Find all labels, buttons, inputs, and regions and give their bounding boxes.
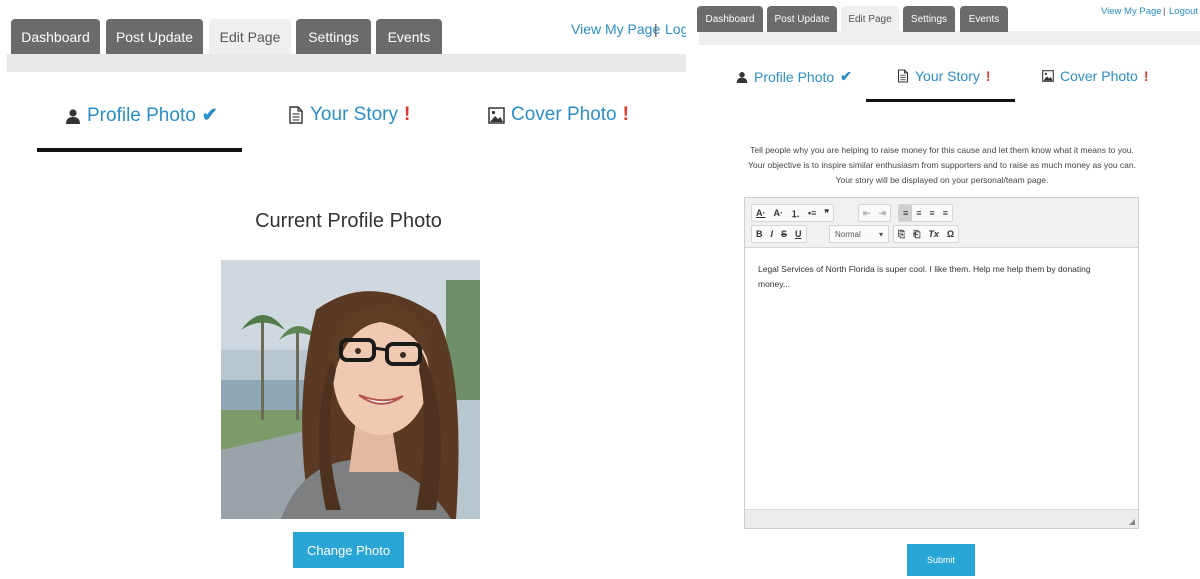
link-separator: | bbox=[654, 21, 658, 37]
toolbar-group-colors-lists: A· A· ⒈ •≡ ❞ bbox=[751, 204, 835, 222]
align-left-icon[interactable]: ≡ bbox=[899, 205, 913, 221]
step-cover-photo[interactable]: Cover Photo ! bbox=[1042, 68, 1149, 84]
blockquote-icon[interactable]: ❞ bbox=[820, 205, 833, 221]
chevron-down-icon: ▾ bbox=[878, 229, 883, 239]
document-icon bbox=[289, 106, 303, 124]
document-icon bbox=[897, 69, 909, 83]
instruction-line: Your objective is to inspire similar ent… bbox=[747, 160, 1137, 170]
step-label: Cover Photo bbox=[511, 104, 617, 125]
alert-icon: ! bbox=[1143, 68, 1149, 84]
special-character-icon[interactable]: Ω bbox=[943, 226, 958, 242]
nav-strip bbox=[7, 54, 686, 72]
align-justify-icon[interactable]: ≡ bbox=[939, 205, 952, 221]
check-icon: ✔ bbox=[201, 105, 218, 126]
tab-dashboard[interactable]: Dashboard bbox=[697, 6, 763, 32]
editor-content[interactable]: Legal Services of North Florida is super… bbox=[758, 262, 1118, 292]
tab-dashboard[interactable]: Dashboard bbox=[11, 19, 100, 54]
user-icon bbox=[736, 71, 748, 83]
toolbar-group-basic-styles: B I S U bbox=[751, 225, 807, 243]
instruction-line: Your story will be displayed on your per… bbox=[835, 175, 1049, 185]
section-title: Current Profile Photo bbox=[255, 210, 442, 232]
step-profile-photo[interactable]: Profile Photo ✔ bbox=[736, 68, 852, 85]
step-your-story[interactable]: Your Story ! bbox=[897, 68, 991, 84]
step-label: Your Story bbox=[915, 68, 980, 84]
image-icon bbox=[1042, 70, 1054, 82]
background-color-icon[interactable]: A· bbox=[770, 205, 788, 221]
italic-icon[interactable]: I bbox=[767, 226, 778, 242]
indent-icon[interactable]: ⇥ bbox=[875, 205, 891, 221]
rich-text-editor: A· A· ⒈ •≡ ❞ ⇤ ⇥ ≡ ≡ ≡ ≡ B I S U Normal … bbox=[744, 197, 1139, 529]
step-profile-photo[interactable]: Profile Photo ✔ bbox=[65, 104, 218, 127]
bulleted-list-icon[interactable]: •≡ bbox=[804, 205, 820, 221]
alert-icon: ! bbox=[404, 104, 411, 125]
tab-post-update[interactable]: Post Update bbox=[767, 6, 837, 32]
resize-handle-icon[interactable] bbox=[1129, 519, 1135, 525]
image-icon bbox=[488, 106, 505, 124]
active-step-underline bbox=[37, 148, 242, 152]
paste-text-icon[interactable]: ⎘ bbox=[894, 226, 909, 242]
view-my-page-link[interactable]: View My Page bbox=[1101, 6, 1162, 17]
tab-post-update[interactable]: Post Update bbox=[106, 19, 203, 54]
tab-settings[interactable]: Settings bbox=[903, 6, 955, 32]
right-panel: Dashboard Post Update Edit Page Settings… bbox=[692, 0, 1200, 579]
paste-word-icon[interactable]: ⎗ bbox=[909, 226, 924, 242]
outdent-icon[interactable]: ⇤ bbox=[859, 205, 875, 221]
alert-icon: ! bbox=[985, 68, 991, 84]
tab-events[interactable]: Events bbox=[376, 19, 442, 54]
strikethrough-icon[interactable]: S bbox=[777, 226, 791, 242]
active-step-underline bbox=[866, 99, 1015, 102]
check-icon: ✔ bbox=[840, 68, 852, 84]
step-your-story[interactable]: Your Story ! bbox=[288, 104, 410, 126]
format-select-value: Normal bbox=[835, 229, 861, 239]
toolbar-group-align: ≡ ≡ ≡ ≡ bbox=[898, 204, 954, 222]
step-label: Profile Photo bbox=[754, 68, 835, 85]
step-label: Cover Photo bbox=[1060, 68, 1138, 84]
link-separator: | bbox=[1163, 6, 1166, 17]
bold-icon[interactable]: B bbox=[752, 226, 767, 242]
nav-strip bbox=[699, 31, 1200, 45]
numbered-list-icon[interactable]: ⒈ bbox=[787, 205, 804, 221]
story-instructions: Tell people why you are helping to raise… bbox=[712, 143, 1172, 188]
tab-edit-page[interactable]: Edit Page bbox=[209, 19, 291, 54]
step-label: Profile Photo bbox=[87, 104, 196, 126]
toolbar-group-paste: ⎘ ⎗ Tx Ω bbox=[893, 225, 960, 243]
user-icon bbox=[66, 108, 80, 124]
submit-button[interactable]: Submit bbox=[907, 544, 975, 576]
tab-events[interactable]: Events bbox=[960, 6, 1008, 32]
logout-link[interactable]: Logout bbox=[1169, 6, 1198, 17]
editor-toolbar: A· A· ⒈ •≡ ❞ ⇤ ⇥ ≡ ≡ ≡ ≡ B I S U Normal … bbox=[745, 198, 1138, 248]
editor-statusbar bbox=[745, 509, 1138, 528]
instruction-line: Tell people why you are helping to raise… bbox=[750, 145, 1134, 155]
tab-edit-page[interactable]: Edit Page bbox=[841, 6, 899, 32]
profile-photo bbox=[221, 260, 480, 519]
underline-icon[interactable]: U bbox=[791, 226, 806, 242]
step-label: Your Story bbox=[310, 104, 399, 125]
text-color-icon[interactable]: A· bbox=[752, 205, 770, 221]
step-cover-photo[interactable]: Cover Photo ! bbox=[488, 104, 629, 126]
format-select[interactable]: Normal ▾ bbox=[829, 225, 889, 243]
left-panel: Dashboard Post Update Edit Page Settings… bbox=[0, 0, 686, 579]
logout-link[interactable]: Log bbox=[665, 21, 686, 37]
view-my-page-link[interactable]: View My Page bbox=[571, 21, 660, 37]
align-center-icon[interactable]: ≡ bbox=[912, 205, 925, 221]
alert-icon: ! bbox=[622, 104, 629, 125]
remove-format-icon[interactable]: Tx bbox=[924, 226, 943, 242]
tab-settings[interactable]: Settings bbox=[296, 19, 371, 54]
toolbar-group-indent: ⇤ ⇥ bbox=[858, 204, 892, 222]
change-photo-button[interactable]: Change Photo bbox=[293, 532, 404, 568]
align-right-icon[interactable]: ≡ bbox=[926, 205, 939, 221]
